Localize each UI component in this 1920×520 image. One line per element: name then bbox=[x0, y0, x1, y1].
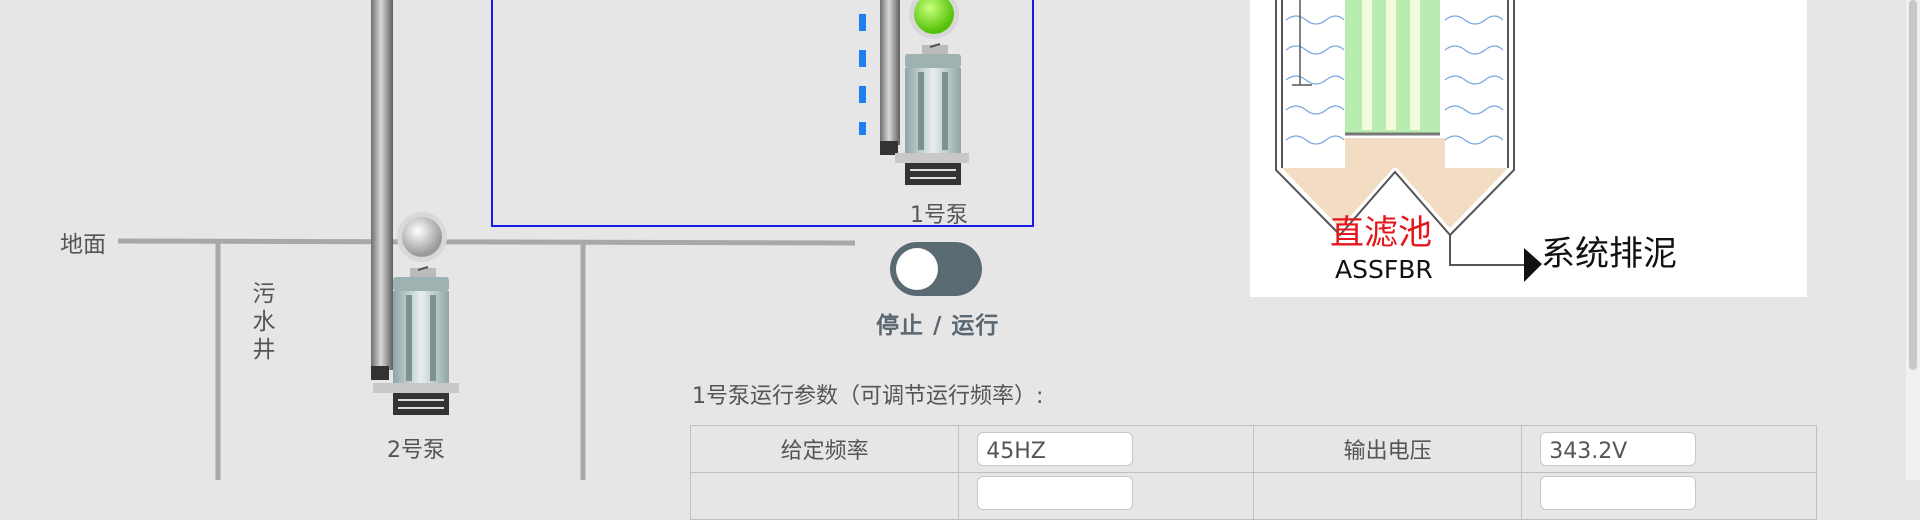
voltage-value: 343.2V bbox=[1540, 432, 1697, 466]
table-row: 给定频率 45HZ 输出电压 343.2V bbox=[689, 425, 1817, 473]
well-label: 污水井 bbox=[252, 281, 276, 363]
param-label-voltage: 输出电压 bbox=[1252, 425, 1523, 473]
pump2-pipe bbox=[371, 0, 393, 370]
flow-indicator bbox=[859, 14, 866, 135]
pump2-label: 2号泵 bbox=[387, 438, 445, 463]
scrollbar[interactable] bbox=[1906, 0, 1920, 480]
pump1-pipe bbox=[880, 0, 900, 145]
scrollbar-thumb[interactable] bbox=[1909, 0, 1917, 370]
param-label-frequency: 给定频率 bbox=[689, 425, 960, 473]
pump1-icon bbox=[895, 43, 969, 185]
drain-arrow bbox=[1524, 248, 1542, 282]
filter-name: 直滤池 bbox=[1330, 213, 1432, 253]
run-stop-toggle[interactable] bbox=[890, 242, 982, 296]
pump1-label: 1号泵 bbox=[910, 203, 968, 228]
params-title: 1号泵运行参数（可调节运行频率）: bbox=[692, 384, 1044, 409]
ground-line bbox=[117, 238, 856, 246]
frequency-input[interactable]: 45HZ bbox=[977, 432, 1134, 466]
filter-code: ASSFBR bbox=[1335, 255, 1433, 284]
params-table: 给定频率 45HZ 输出电压 343.2V bbox=[689, 425, 1817, 520]
ground-label: 地面 bbox=[60, 232, 106, 258]
sludge-discharge-label: 系统排泥 bbox=[1541, 234, 1677, 274]
toggle-knob bbox=[896, 248, 938, 290]
toggle-caption: 停止 / 运行 bbox=[876, 313, 1000, 339]
